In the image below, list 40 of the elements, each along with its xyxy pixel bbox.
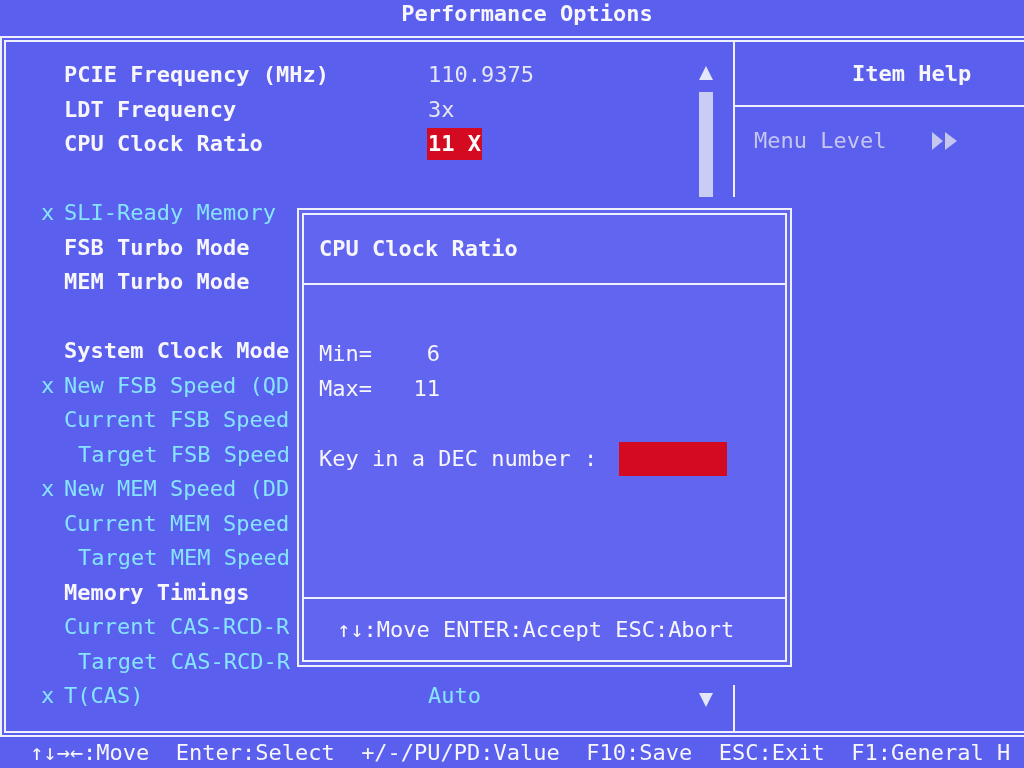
setting-label: SLI-Ready Memory (63, 199, 277, 228)
row-marker: x (40, 372, 55, 399)
prompt-text: Key in a DEC number : (319, 446, 598, 472)
setting-label[interactable]: CPU Clock Ratio (63, 128, 264, 160)
setting-label: Target CAS-RCD-R (77, 647, 291, 676)
number-input-field[interactable] (619, 442, 728, 476)
key-hints: ↑↓→←:Move Enter:Select +/-/PU/PD:Value F10:Save ESC:Exit F1:General H (30, 739, 1011, 766)
setting-label: Current FSB Speed (63, 406, 291, 435)
menu-level-label: Menu Level (754, 128, 887, 154)
double-arrow-icon (932, 132, 958, 150)
setting-label[interactable]: FSB Turbo Mode (63, 231, 251, 263)
setting-label[interactable]: MEM Turbo Mode (63, 266, 251, 298)
setting-label: Current CAS-RCD-R (63, 613, 291, 642)
setting-value[interactable]: 11 X (427, 128, 482, 161)
row-marker: x (40, 200, 55, 227)
setting-label: Target FSB Speed (77, 440, 291, 469)
setting-label: T(CAS) (63, 682, 145, 711)
setting-value[interactable]: 110.9375 (427, 59, 535, 92)
setting-label: Current MEM Speed (63, 509, 291, 538)
row-marker: x (40, 683, 55, 710)
limit-label: Max= (319, 375, 373, 402)
help-title: Item Help (852, 60, 972, 87)
up-triangle-icon (699, 66, 713, 80)
setting-value[interactable]: 3x (427, 93, 456, 126)
setting-label[interactable]: System Clock Mode (63, 335, 291, 367)
dialog-key-hints: ↑↓:Move ENTER:Accept ESC:Abort (337, 616, 735, 643)
down-triangle-icon (699, 693, 713, 707)
limit-label: Min= (319, 341, 373, 368)
screen-title: Performance Options (401, 0, 653, 28)
setting-label: New MEM Speed (DD (63, 475, 291, 504)
dialog-title: CPU Clock Ratio (319, 236, 518, 262)
setting-label: New FSB Speed (QD (63, 371, 291, 400)
setting-label: Target MEM Speed (77, 544, 291, 573)
setting-label[interactable]: Memory Timings (63, 576, 251, 608)
row-marker: x (40, 476, 55, 503)
limit-value: 6 (426, 341, 440, 368)
setting-value: Auto (427, 682, 482, 711)
setting-label[interactable]: PCIE Frequency (MHz) (63, 59, 330, 91)
limit-value: 11 (413, 375, 440, 402)
setting-label[interactable]: LDT Frequency (63, 93, 238, 125)
